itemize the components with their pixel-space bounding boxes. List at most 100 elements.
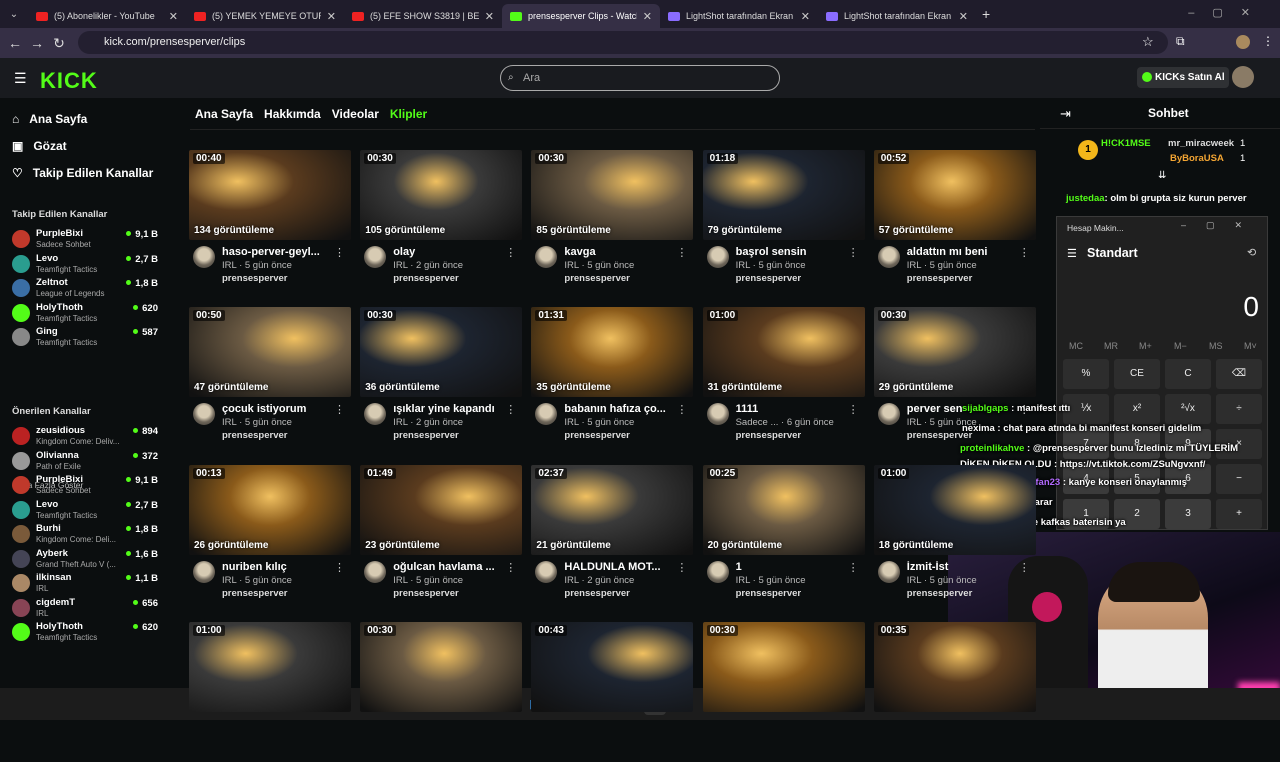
channel-item[interactable]: Ging Teamfight Tactics 587 xyxy=(12,326,162,350)
clip-title[interactable]: 1111 xyxy=(736,403,848,415)
more-options-icon[interactable]: ⋮ xyxy=(676,246,687,259)
memory-button[interactable]: MC xyxy=(1069,341,1083,351)
channel-item[interactable]: Ayberk Grand Theft Auto V (... 1,6 B xyxy=(12,548,162,572)
close-tab-icon[interactable]: ✕ xyxy=(327,10,336,23)
calculator-key[interactable]: x² xyxy=(1114,394,1160,424)
calculator-key[interactable]: C xyxy=(1165,359,1211,389)
clip-card[interactable]: 01:00 31 görüntüleme 1111 Sadece ... · 6 gü… xyxy=(702,307,865,447)
channel-avatar[interactable] xyxy=(364,560,387,583)
tab-home[interactable]: Ana Sayfa xyxy=(195,107,253,121)
channel-avatar[interactable] xyxy=(706,403,729,426)
clip-thumbnail[interactable]: 01:00 18 görüntüleme xyxy=(873,464,1036,555)
url-field[interactable]: kick.com/prensesperver/clips xyxy=(78,31,1168,54)
clip-channel[interactable]: prensesperver xyxy=(222,588,287,599)
clip-title[interactable]: 1 xyxy=(736,561,848,573)
browser-tab[interactable]: LightShot tarafından Ekran Gör ✕ xyxy=(818,4,976,28)
channel-avatar[interactable] xyxy=(364,246,387,268)
clip-channel[interactable]: prensesperver xyxy=(222,430,287,441)
nav-home[interactable]: ⌂ Ana Sayfa xyxy=(12,112,87,126)
clip-thumbnail[interactable]: 00:30 xyxy=(360,621,523,712)
clip-card[interactable]: 00:13 26 görüntüleme nuriben kılıç IRL · 5 … xyxy=(189,464,351,605)
clip-thumbnail[interactable]: 00:30 36 görüntüleme xyxy=(360,307,523,398)
clip-card[interactable]: 01:18 79 görüntüleme başrol sensin IRL · 5 … xyxy=(702,150,865,290)
clip-thumbnail[interactable]: 00:35 xyxy=(873,621,1036,712)
clip-card[interactable]: 01:49 23 görüntüleme oğulcan havlama ... IR… xyxy=(360,464,523,605)
tab-about[interactable]: Hakkımda xyxy=(264,107,321,121)
clip-title[interactable]: İzmit-İst xyxy=(907,561,1019,573)
clip-channel[interactable]: prensesperver xyxy=(907,588,972,599)
clip-channel[interactable]: prensesperver xyxy=(222,273,287,284)
calculator-key[interactable]: 3 xyxy=(1165,499,1211,529)
tab-search-icon[interactable]: ⌄ xyxy=(0,9,28,20)
channel-avatar[interactable] xyxy=(193,403,215,426)
nav-browse[interactable]: ▣ Gözat xyxy=(12,139,67,153)
channel-item[interactable]: Levo Teamfight Tactics 2,7 B xyxy=(12,253,162,277)
clip-thumbnail[interactable]: 00:30 29 görüntüleme xyxy=(873,307,1036,398)
clip-channel[interactable]: prensesperver xyxy=(393,273,458,284)
calculator-key[interactable]: ÷ xyxy=(1216,394,1262,424)
channel-avatar[interactable] xyxy=(706,560,729,583)
channel-avatar[interactable] xyxy=(877,560,900,583)
channel-item[interactable]: cigdemT IRL 656 xyxy=(12,597,162,621)
channel-item[interactable]: HolyThoth Teamfight Tactics 620 xyxy=(12,302,162,326)
browser-tab[interactable]: LightShot tarafından Ekran Gör ✕ xyxy=(660,4,818,28)
more-options-icon[interactable]: ⋮ xyxy=(1019,403,1030,416)
channel-item[interactable]: PurpleBixi Sadece Sohbet 9,1 B xyxy=(12,474,162,498)
more-options-icon[interactable]: ⋮ xyxy=(334,561,345,574)
channel-avatar[interactable] xyxy=(535,560,558,583)
forward-icon[interactable]: → xyxy=(26,35,48,51)
menu-icon[interactable]: ⋮ xyxy=(1262,34,1274,48)
history-icon[interactable]: ⟲ xyxy=(1247,246,1256,259)
clip-card[interactable]: 00:43 xyxy=(531,621,694,762)
close-tab-icon[interactable]: ✕ xyxy=(801,10,810,23)
channel-item[interactable]: zeusidious Kingdom Come: Deliv... 894 xyxy=(12,425,162,449)
channel-avatar[interactable] xyxy=(193,560,215,583)
clip-title[interactable]: çocuk istiyorum xyxy=(222,403,334,415)
channel-item[interactable]: Burhi Kingdom Come: Deli... 1,8 B xyxy=(12,523,162,547)
clip-card[interactable]: 00:30 xyxy=(360,621,523,762)
calculator-key[interactable]: CE xyxy=(1114,359,1160,389)
calculator-key[interactable]: % xyxy=(1063,359,1109,389)
browser-tab[interactable]: prensesperver Clips - Watch Live ✕ xyxy=(502,4,660,28)
clip-thumbnail[interactable]: 00:50 47 görüntüleme xyxy=(189,307,351,398)
clip-thumbnail[interactable]: 01:18 79 görüntüleme xyxy=(702,150,865,240)
channel-avatar[interactable] xyxy=(364,403,387,426)
nav-heart[interactable]: ♡ Takip Edilen Kanallar xyxy=(12,166,153,180)
more-options-icon[interactable]: ⋮ xyxy=(848,561,859,574)
more-options-icon[interactable]: ⋮ xyxy=(676,561,687,574)
new-tab-button[interactable]: + xyxy=(982,6,990,22)
memory-button[interactable]: M˅ xyxy=(1244,341,1257,351)
more-options-icon[interactable]: ⋮ xyxy=(1019,246,1030,259)
clip-card[interactable]: 00:30 36 görüntüleme ışıklar yine kapandı I… xyxy=(360,307,523,447)
clip-card[interactable]: 02:37 21 görüntüleme HALDUNLA MOT... IRL · … xyxy=(531,464,694,605)
clip-channel[interactable]: prensesperver xyxy=(736,273,801,284)
calculator-window-controls[interactable]: –▢✕ xyxy=(1181,220,1262,231)
browser-tab[interactable]: (5) YEMEK YEMEYE OTURDUK, ✕ xyxy=(186,4,344,28)
clip-card[interactable]: 00:30 105 görüntüleme olay IRL · 2 gün önce… xyxy=(360,150,523,290)
clip-card[interactable]: 00:25 20 görüntüleme 1 IRL · 5 gün önce pren… xyxy=(702,464,865,605)
clip-card[interactable]: 00:30 29 görüntüleme perver sen IRL · 5 gün… xyxy=(873,307,1036,447)
more-options-icon[interactable]: ⋮ xyxy=(676,403,687,416)
browser-tab[interactable]: (5) EFE SHOW S3819 | BERKCAN ✕ xyxy=(344,4,502,28)
clip-card[interactable]: 01:00 18 görüntüleme İzmit-İst IRL · 5 gün … xyxy=(873,464,1036,605)
calculator-key[interactable]: + xyxy=(1216,499,1262,529)
clip-thumbnail[interactable]: 00:43 xyxy=(531,621,694,712)
clip-title[interactable]: haso-perver-geyl... xyxy=(222,246,334,258)
more-options-icon[interactable]: ⋮ xyxy=(1019,561,1030,574)
collapse-chat-icon[interactable]: ⇥ xyxy=(1060,106,1071,122)
clip-card[interactable]: 00:40 134 görüntüleme haso-perver-geyl... I… xyxy=(189,150,351,290)
clip-channel[interactable]: prensesperver xyxy=(393,430,458,441)
channel-item[interactable]: HolyThoth Teamfight Tactics 620 xyxy=(12,621,162,645)
more-options-icon[interactable]: ⋮ xyxy=(334,246,345,259)
more-options-icon[interactable]: ⋮ xyxy=(334,403,345,416)
close-tab-icon[interactable]: ✕ xyxy=(959,10,968,23)
channel-avatar[interactable] xyxy=(193,246,215,268)
clip-channel[interactable]: prensesperver xyxy=(907,430,972,441)
search-input[interactable]: ⌕ Ara xyxy=(500,65,780,91)
clip-thumbnail[interactable]: 01:31 35 görüntüleme xyxy=(531,307,694,398)
calculator-key[interactable]: − xyxy=(1216,464,1262,494)
clip-title[interactable]: nuriben kılıç xyxy=(222,561,334,573)
clip-channel[interactable]: prensesperver xyxy=(736,588,801,599)
clip-card[interactable]: 01:31 35 görüntüleme babanın hafıza ço... I… xyxy=(531,307,694,447)
channel-item[interactable]: Levo Teamfight Tactics 2,7 B xyxy=(12,499,162,523)
